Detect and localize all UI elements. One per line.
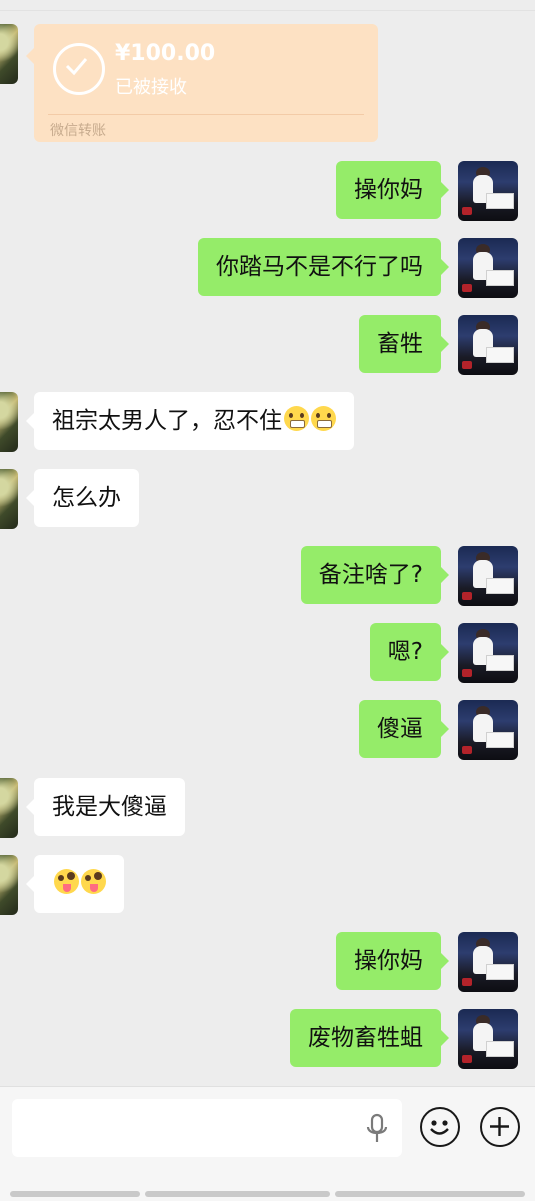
message-bubble-outgoing[interactable]: 嗯? — [369, 623, 450, 681]
transfer-status: 已被接收 — [115, 77, 187, 98]
message-input[interactable] — [12, 1099, 402, 1157]
message-input-bar — [0, 1086, 535, 1201]
message-text: 祖宗太男人了，忍不住 — [52, 408, 282, 434]
message-bubble-outgoing[interactable]: 废物畜牲蛆 — [290, 1009, 449, 1067]
nav-bar-segment — [335, 1191, 525, 1197]
my-avatar[interactable] — [458, 932, 518, 992]
emoji-icon[interactable] — [420, 1107, 460, 1147]
zany-face-emoji-icon — [81, 869, 106, 894]
chat-message-list[interactable]: ¥100.00 已被接收 微信转账 操你妈 你踏马不是不行了吗 畜牲 祖宗太男人… — [0, 0, 535, 1086]
contact-avatar[interactable] — [0, 855, 18, 915]
transfer-divider — [48, 114, 364, 115]
plus-icon[interactable] — [480, 1107, 520, 1147]
my-avatar[interactable] — [458, 623, 518, 683]
zany-face-emoji-icon — [54, 869, 79, 894]
message-bubble-outgoing[interactable]: 你踏马不是不行了吗 — [198, 238, 449, 296]
my-avatar[interactable] — [458, 1009, 518, 1069]
check-circle-icon — [53, 43, 105, 95]
message-bubble-outgoing[interactable]: 畜牲 — [359, 315, 449, 373]
message-bubble-outgoing[interactable]: 操你妈 — [336, 932, 449, 990]
contact-avatar[interactable] — [0, 469, 18, 529]
contact-avatar[interactable] — [0, 24, 18, 84]
my-avatar[interactable] — [458, 315, 518, 375]
my-avatar[interactable] — [458, 238, 518, 298]
grimace-tears-emoji-icon — [284, 406, 309, 431]
message-bubble-incoming[interactable]: 我是大傻逼 — [26, 778, 185, 836]
my-avatar[interactable] — [458, 546, 518, 606]
transfer-footer: 微信转账 — [50, 123, 106, 139]
message-bubble-outgoing[interactable]: 备注啥了? — [300, 546, 450, 604]
mic-icon[interactable] — [364, 1113, 390, 1145]
my-avatar[interactable] — [458, 700, 518, 760]
message-bubble-incoming[interactable]: 祖宗太男人了，忍不住 — [26, 392, 354, 450]
message-bubble-incoming[interactable]: 怎么办 — [26, 469, 139, 527]
message-bubble-incoming[interactable] — [26, 855, 124, 913]
contact-avatar[interactable] — [0, 778, 18, 838]
grimace-tears-emoji-icon — [311, 406, 336, 431]
nav-bar-segment — [10, 1191, 140, 1197]
message-bubble-outgoing[interactable]: 傻逼 — [359, 700, 449, 758]
nav-bar-segment — [145, 1191, 330, 1197]
transfer-amount: ¥100.00 — [115, 41, 216, 66]
my-avatar[interactable] — [458, 161, 518, 221]
transfer-card[interactable]: ¥100.00 已被接收 微信转账 — [26, 24, 378, 142]
message-bubble-outgoing[interactable]: 操你妈 — [336, 161, 449, 219]
contact-avatar[interactable] — [0, 392, 18, 452]
